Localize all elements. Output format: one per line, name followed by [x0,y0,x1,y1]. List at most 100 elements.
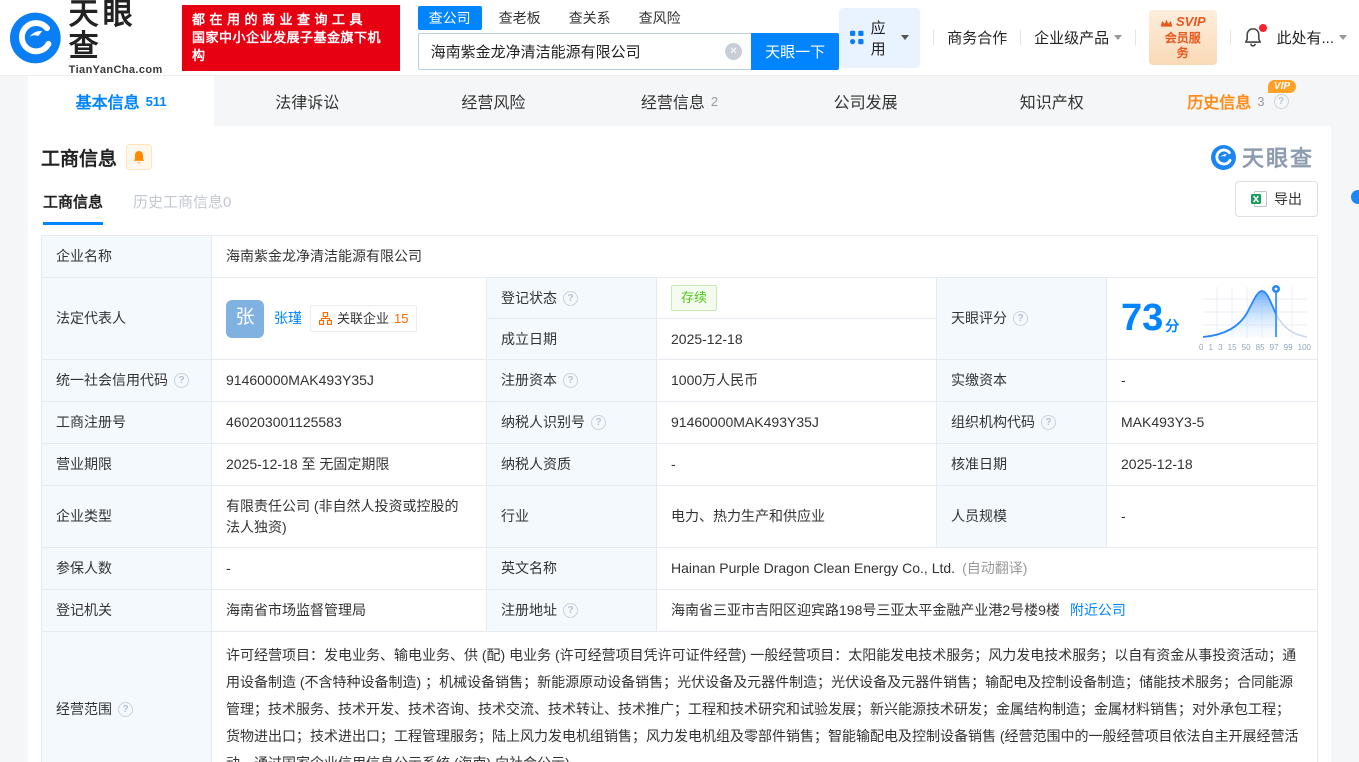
nearby-companies-link[interactable]: 附近公司 [1070,600,1126,621]
field-label: 纳税人识别号? [487,402,657,444]
tab-company-development[interactable]: 公司发展 [773,76,959,126]
field-label: 注册地址? [487,590,657,632]
est-date-value: 2025-12-18 [657,319,937,360]
divider [1020,30,1021,45]
legal-rep-cell: 张 张瑾 关联企业 15 [212,278,487,360]
user-account-menu[interactable]: 此处有... [1276,27,1347,48]
monitor-bell-button[interactable] [126,144,152,170]
clear-search-icon[interactable]: ✕ [725,43,742,60]
related-count: 15 [394,309,408,329]
company-section-tabs: 基本信息 511 法律诉讼 经营风险 经营信息 2 公司发展 知识产权 历史信息… [0,76,1359,126]
field-label: 工商注册号 [42,402,212,444]
slogan-line1: 都在用的商业查询工具 [192,11,390,29]
field-label: 人员规模 [937,486,1107,548]
field-label: 实缴资本 [937,360,1107,402]
business-term-value: 2025-12-18 至 无固定期限 [212,444,487,486]
field-label: 法定代表人 [42,278,212,360]
field-label: 登记状态? [487,278,657,319]
tab-intellectual-property[interactable]: 知识产权 [959,76,1145,126]
tab-count: 2 [711,94,718,109]
industry-value: 电力、热力生产和供应业 [657,486,937,548]
help-icon[interactable]: ? [563,373,578,388]
help-icon[interactable]: ? [1041,415,1056,430]
company-type-value: 有限责任公司 (非自然人投资或控股的法人独资) [212,486,487,548]
brand-domain: TianYanCha.com [69,64,168,76]
search-input-box: ✕ [418,33,751,70]
svip-member-button[interactable]: SVIP 会员服务 [1149,10,1217,64]
field-label: 纳税人资质 [487,444,657,486]
search-tab-risk[interactable]: 查风险 [628,6,692,30]
field-label: 成立日期 [487,319,657,360]
staff-size-value: - [1107,486,1318,548]
reg-capital-value: 1000万人民币 [657,360,937,402]
floating-widget[interactable] [1351,190,1359,204]
export-button[interactable]: 导出 [1235,181,1318,217]
tianyancha-logo-icon [1211,145,1236,170]
tab-operating-risk[interactable]: 经营风险 [400,76,586,126]
help-icon[interactable]: ? [591,415,606,430]
english-name-value: Hainan Purple Dragon Clean Energy Co., L… [657,548,1318,590]
slogan-line2: 国家中小企业发展子基金旗下机构 [192,29,390,65]
enterprise-products-menu[interactable]: 企业级产品 [1034,27,1122,48]
help-icon[interactable]: ? [1013,311,1028,326]
help-icon[interactable]: ? [118,702,133,717]
field-label: 登记机关 [42,590,212,632]
reg-number-value: 460203001125583 [212,402,487,444]
help-icon[interactable]: ? [174,373,189,388]
subtab-business-info[interactable]: 工商信息 [43,191,103,225]
legal-rep-link[interactable]: 张瑾 [274,308,302,329]
insured-count-value: - [212,548,487,590]
notifications-button[interactable] [1243,27,1263,48]
caret-down-icon [1114,35,1122,40]
field-label: 行业 [487,486,657,548]
score-value: 73 [1121,300,1163,336]
apps-menu[interactable]: 应用 [839,8,920,68]
top-bar: 天眼查 TianYanCha.com 都在用的商业查询工具 国家中小企业发展子基… [0,0,1359,76]
field-label: 天眼评分? [937,278,1107,360]
avatar[interactable]: 张 [226,300,264,338]
caret-down-icon [1339,35,1347,40]
search-input[interactable] [431,43,725,60]
taxpayer-quality-value: - [657,444,937,486]
section-title: 工商信息 [41,144,117,171]
help-icon[interactable]: ? [1274,94,1289,109]
tab-basic-info[interactable]: 基本信息 511 [28,76,214,126]
reg-address-value: 海南省三亚市吉阳区迎宾路198号三亚太平金融产业港2号楼9楼 附近公司 [657,590,1318,632]
divider [1135,30,1136,45]
search-tab-boss[interactable]: 查老板 [488,6,552,30]
score-unit: 分 [1165,316,1179,337]
tab-business-info[interactable]: 经营信息 2 [586,76,772,126]
help-icon[interactable]: ? [563,603,578,618]
taxpayer-id-value: 91460000MAK493Y35J [657,402,937,444]
score-axis-ticks: 0131550859799100 [1199,342,1311,354]
reg-authority-value: 海南省市场监督管理局 [212,590,487,632]
apps-label: 应用 [871,17,895,59]
search-button[interactable]: 天眼一下 [751,33,839,70]
divider [933,30,934,45]
watermark-logo: 天眼查 [1211,141,1318,173]
search-tab-company[interactable]: 查公司 [418,6,482,30]
field-label: 企业类型 [42,486,212,548]
help-icon[interactable]: ? [563,291,578,306]
field-label: 英文名称 [487,548,657,590]
vip-tag: VIP [1268,80,1296,93]
field-label: 营业期限 [42,444,212,486]
subtab-history-business-info[interactable]: 历史工商信息0 [133,191,231,225]
business-cooperation-link[interactable]: 商务合作 [947,27,1007,48]
score-cell: 73 分 [1107,278,1318,360]
field-label: 注册资本? [487,360,657,402]
search-tabs: 查公司 查老板 查关系 查风险 [418,6,839,31]
org-code-value: MAK493Y3-5 [1107,402,1318,444]
field-label: 统一社会信用代码? [42,360,212,402]
tab-count: 511 [146,94,167,109]
business-scope-value: 许可经营项目：发电业务、输电业务、供 (配) 电业务 (许可经营项目凭许可证件经… [212,632,1318,762]
search-tab-relation[interactable]: 查关系 [558,6,622,30]
top-right-nav: 应用 商务合作 企业级产品 SVIP 会员服务 [839,8,1359,68]
notification-dot [1259,24,1267,32]
org-chart-icon [319,312,332,325]
tianyancha-logo[interactable]: 天眼查 TianYanCha.com [10,0,168,76]
tab-legal-proceedings[interactable]: 法律诉讼 [214,76,400,126]
tab-history-info[interactable]: 历史信息 3 ? VIP [1145,76,1331,126]
credit-code-value: 91460000MAK493Y35J [212,360,487,402]
related-companies-badge[interactable]: 关联企业 15 [310,305,417,333]
